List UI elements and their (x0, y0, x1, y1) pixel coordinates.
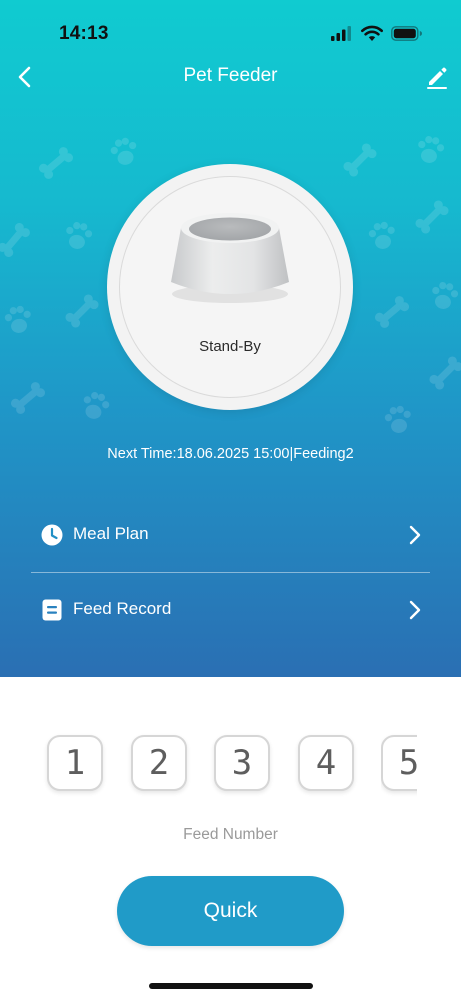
status-bar: 14:13 (0, 0, 461, 66)
wifi-icon (361, 25, 383, 41)
feed-number-3[interactable]: 3 (214, 735, 270, 791)
next-feeding-time: Next Time:18.06.2025 15:00|Feeding2 (107, 446, 354, 462)
meal-plan-row[interactable]: Meal Plan (31, 505, 430, 565)
feed-record-row[interactable]: Feed Record (31, 580, 430, 640)
feed-number-1[interactable]: 1 (47, 735, 103, 791)
battery-icon (391, 26, 422, 41)
quick-feed-button[interactable]: Quick (117, 876, 344, 946)
feed-number-scroll-clip: 5 (381, 730, 417, 800)
feed-number-4[interactable]: 4 (298, 735, 354, 791)
bowl-icon (171, 213, 289, 303)
status-time: 14:13 (59, 23, 109, 44)
meal-plan-label: Meal Plan (73, 524, 149, 543)
device-status-circle: Stand-By (107, 164, 353, 410)
feed-number-5[interactable]: 5 (381, 735, 417, 791)
clock-icon (41, 524, 63, 546)
home-indicator[interactable] (149, 983, 313, 989)
signal-icon (331, 26, 351, 41)
page-title: Pet Feeder (183, 65, 278, 86)
device-status-label: Stand-By (199, 338, 261, 355)
chevron-right-icon (409, 600, 421, 620)
chevron-right-icon (409, 525, 421, 545)
feed-record-label: Feed Record (73, 599, 172, 618)
feed-number-label: Feed Number (183, 826, 278, 843)
header-area: 14:13 Pet Feeder Stand-By Next Time:18.0… (0, 0, 461, 677)
record-icon (42, 599, 62, 621)
menu-divider (31, 572, 430, 573)
pencil-icon[interactable] (424, 64, 450, 90)
feed-number-2[interactable]: 2 (131, 735, 187, 791)
